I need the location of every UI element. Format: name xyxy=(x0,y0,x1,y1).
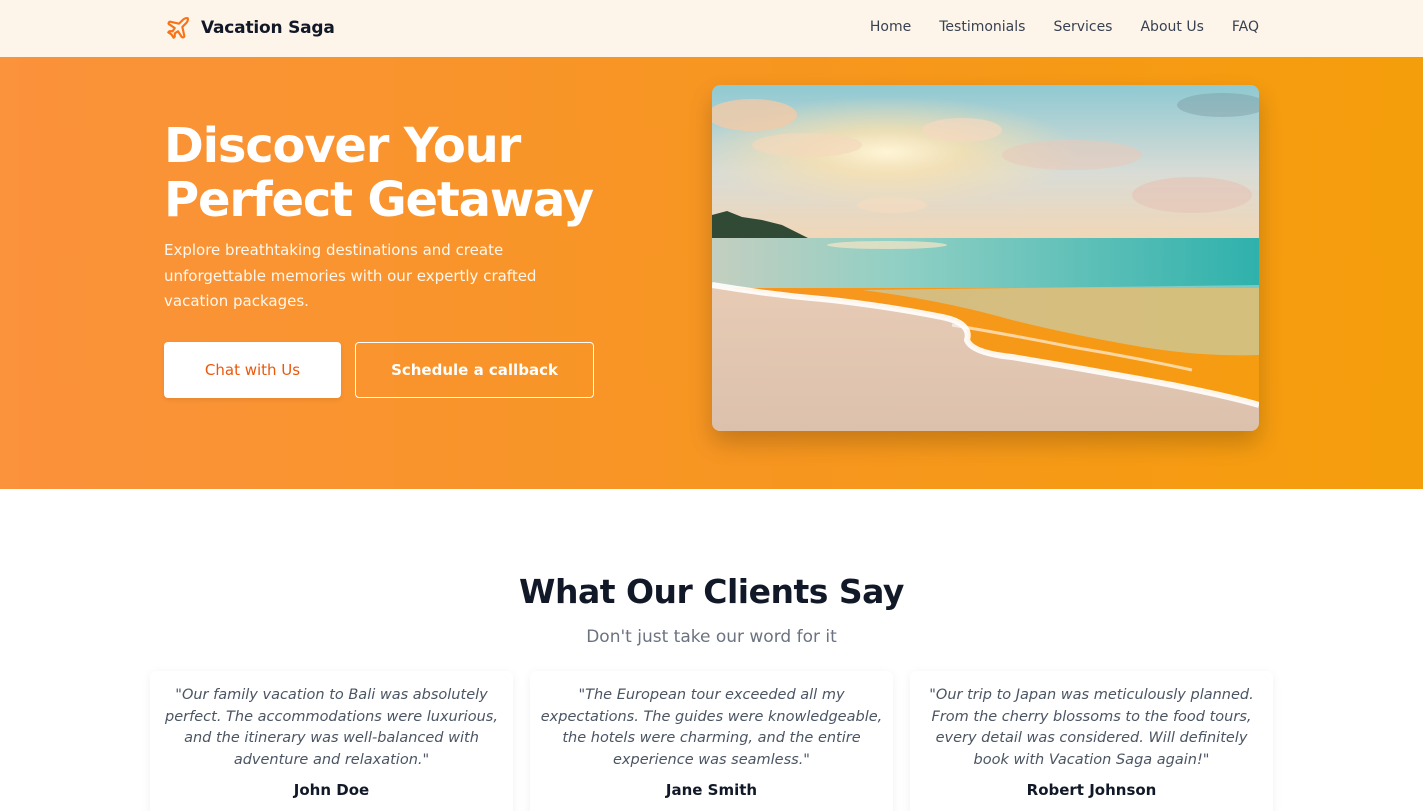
testimonials-subtitle: Don't just take our word for it xyxy=(586,627,837,647)
nav-links: Home Testimonials Services About Us FAQ xyxy=(870,17,1259,37)
testimonials-section: What Our Clients Say Don't just take our… xyxy=(0,489,1423,811)
testimonial-card: "The European tour exceeded all my expec… xyxy=(530,671,893,811)
nav-link-faq[interactable]: FAQ xyxy=(1232,17,1259,37)
airplane-icon xyxy=(165,15,191,41)
testimonials-title: What Our Clients Say xyxy=(519,572,904,611)
top-navbar: Vacation Saga Home Testimonials Services… xyxy=(0,0,1423,57)
beach-sunset-image xyxy=(712,85,1259,431)
schedule-callback-button[interactable]: Schedule a callback xyxy=(355,342,594,398)
testimonial-card: "Our trip to Japan was meticulously plan… xyxy=(910,671,1273,811)
chat-with-us-button[interactable]: Chat with Us xyxy=(164,342,341,398)
hero-section: Discover Your Perfect Getaway Explore br… xyxy=(0,57,1423,489)
testimonial-author: Robert Johnson xyxy=(1026,781,1157,799)
hero-title: Discover Your Perfect Getaway xyxy=(164,119,684,227)
nav-link-services[interactable]: Services xyxy=(1053,17,1112,37)
testimonial-card: "Our family vacation to Bali was absolut… xyxy=(150,671,513,811)
testimonial-quote: "Our trip to Japan was meticulously plan… xyxy=(929,687,1254,768)
nav-link-about-us[interactable]: About Us xyxy=(1140,17,1203,37)
testimonial-quote: "Our family vacation to Bali was absolut… xyxy=(165,687,498,768)
hero-title-line-1: Discover Your xyxy=(164,118,521,174)
testimonial-quote: "The European tour exceeded all my expec… xyxy=(540,687,883,768)
hero-subtitle: Explore breathtaking destinations and cr… xyxy=(164,241,537,310)
brand-logo[interactable]: Vacation Saga xyxy=(165,14,335,42)
hero-title-line-2: Perfect Getaway xyxy=(164,172,594,228)
nav-link-testimonials[interactable]: Testimonials xyxy=(939,17,1025,37)
nav-link-home[interactable]: Home xyxy=(870,17,911,37)
brand-name: Vacation Saga xyxy=(201,18,335,38)
testimonial-author: Jane Smith xyxy=(665,781,758,799)
testimonial-author: John Doe xyxy=(293,781,370,799)
